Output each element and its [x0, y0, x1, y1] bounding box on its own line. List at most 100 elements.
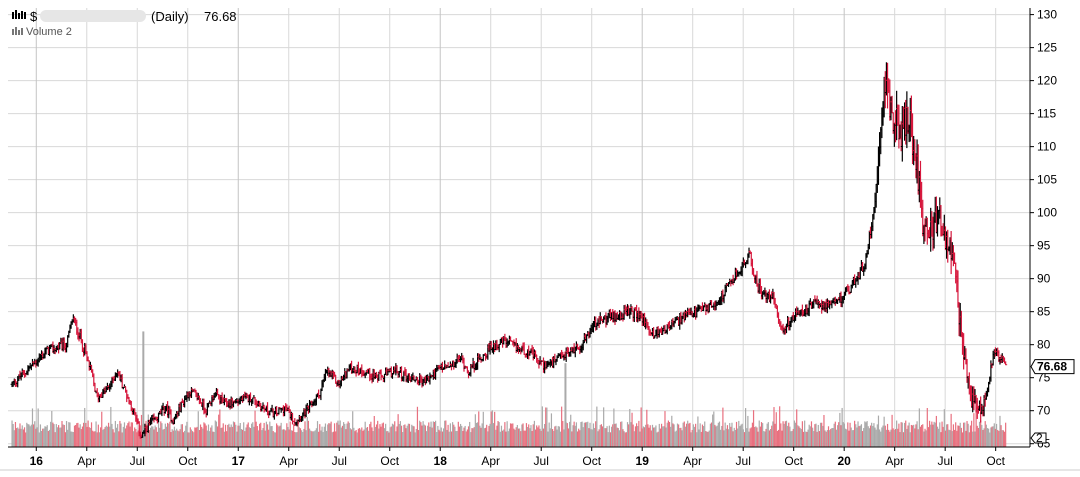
volume-bar [961, 432, 964, 447]
volume-bar [517, 428, 520, 447]
volume-bar [936, 426, 939, 447]
volume-bar [381, 423, 383, 447]
volume-bar [420, 422, 422, 447]
volume-bar [422, 421, 424, 447]
volume-bar [453, 424, 455, 447]
volume-bar [505, 431, 507, 447]
volume-bar [620, 421, 622, 447]
volume-bar [437, 425, 439, 447]
volume-bar [94, 431, 96, 447]
volume-bar [994, 428, 997, 447]
volume-bar [429, 426, 431, 447]
volume-bar [774, 423, 776, 447]
volume-bar [61, 420, 63, 447]
volume-bar [112, 429, 114, 447]
volume-bar [444, 420, 446, 447]
volume-bar [457, 421, 459, 447]
volume-bar [876, 424, 878, 447]
volume-bar [574, 425, 576, 447]
volume-bar [614, 423, 616, 447]
x-tick-label: 18 [434, 454, 448, 468]
volume-bar [955, 422, 957, 447]
volume-bar [668, 422, 671, 447]
volume-marker-label: 2 [1036, 431, 1043, 445]
volume-bar [655, 425, 657, 447]
volume-bar [525, 423, 528, 447]
volume-bar [524, 430, 526, 447]
volume-bar [152, 426, 154, 447]
volume-bar [336, 422, 338, 447]
volume-bar [802, 431, 805, 447]
volume-bar [288, 429, 290, 447]
volume-bar [716, 425, 718, 447]
volume-bar [324, 423, 327, 447]
volume-bar [554, 426, 556, 447]
volume-bar [35, 428, 37, 447]
volume-bar [834, 421, 836, 447]
x-axis-ticks: 16 Apr Jul Oct 17 Apr Jul Oct 18 Apr Jul Oct 19 Apr Ju… [30, 447, 1006, 468]
volume-bar [121, 432, 123, 447]
volume-bar [1000, 425, 1002, 447]
volume-bar [273, 432, 275, 447]
volume-bar [779, 406, 781, 447]
volume-bar [549, 428, 551, 447]
volume-bar [286, 423, 288, 447]
volume-bar [44, 426, 46, 447]
volume-bar [274, 432, 277, 447]
volume-bar [354, 431, 356, 447]
volume-bar [174, 430, 177, 447]
volume-bar [881, 427, 883, 447]
volume-bar [227, 424, 229, 447]
volume-bar [570, 414, 572, 447]
volume-bar [1002, 430, 1004, 447]
volume-bar [160, 421, 162, 447]
volume-bar [792, 428, 794, 447]
volume-bar [972, 431, 974, 447]
volume-bar [330, 421, 332, 447]
volume-bar [836, 425, 839, 447]
volume-bar [193, 432, 195, 447]
volume-bar [310, 430, 312, 447]
volume-bar [536, 425, 538, 447]
volume-bar [639, 431, 641, 447]
volume-bar [674, 431, 676, 447]
volume-bar [747, 415, 749, 447]
volume-bar [737, 428, 739, 447]
volume-bar [1005, 422, 1007, 447]
volume-bar [155, 427, 157, 447]
volume-bar [148, 430, 151, 447]
volume-bar [205, 425, 207, 447]
volume-bar [115, 427, 118, 447]
volume-bar [999, 415, 1001, 447]
volume-bar [933, 421, 935, 447]
volume-bar [672, 423, 674, 447]
stock-chart: 65707580859095100105110115120125130 16 Ap… [0, 8, 1080, 471]
volume-bar [45, 426, 47, 447]
volume-bar [647, 424, 649, 447]
x-tick-label: Jul [534, 454, 549, 468]
volume-bar [180, 424, 182, 447]
volume-bar [949, 430, 951, 447]
volume-bar [132, 431, 135, 447]
volume-bar [171, 429, 173, 447]
volume-bar [907, 425, 909, 447]
x-tick-label: Oct [178, 454, 197, 468]
volume-bar [631, 412, 633, 447]
volume-bar [617, 428, 620, 447]
volume-bar [642, 426, 645, 447]
volume-bar [449, 423, 451, 447]
volume-bar [922, 424, 924, 447]
volume-bar [15, 428, 18, 447]
volume-bar [573, 421, 575, 447]
volume-bar [399, 421, 401, 447]
volume-bar [173, 426, 176, 447]
volume-bar [371, 427, 373, 447]
volume-bar [421, 425, 423, 447]
volume-bar [151, 426, 153, 447]
volume-bar [239, 423, 241, 447]
volume-bar [189, 427, 191, 447]
volume-bar [298, 427, 300, 447]
volume-bar [964, 422, 966, 447]
volume-bar [918, 408, 920, 447]
volume-bar [12, 423, 14, 447]
